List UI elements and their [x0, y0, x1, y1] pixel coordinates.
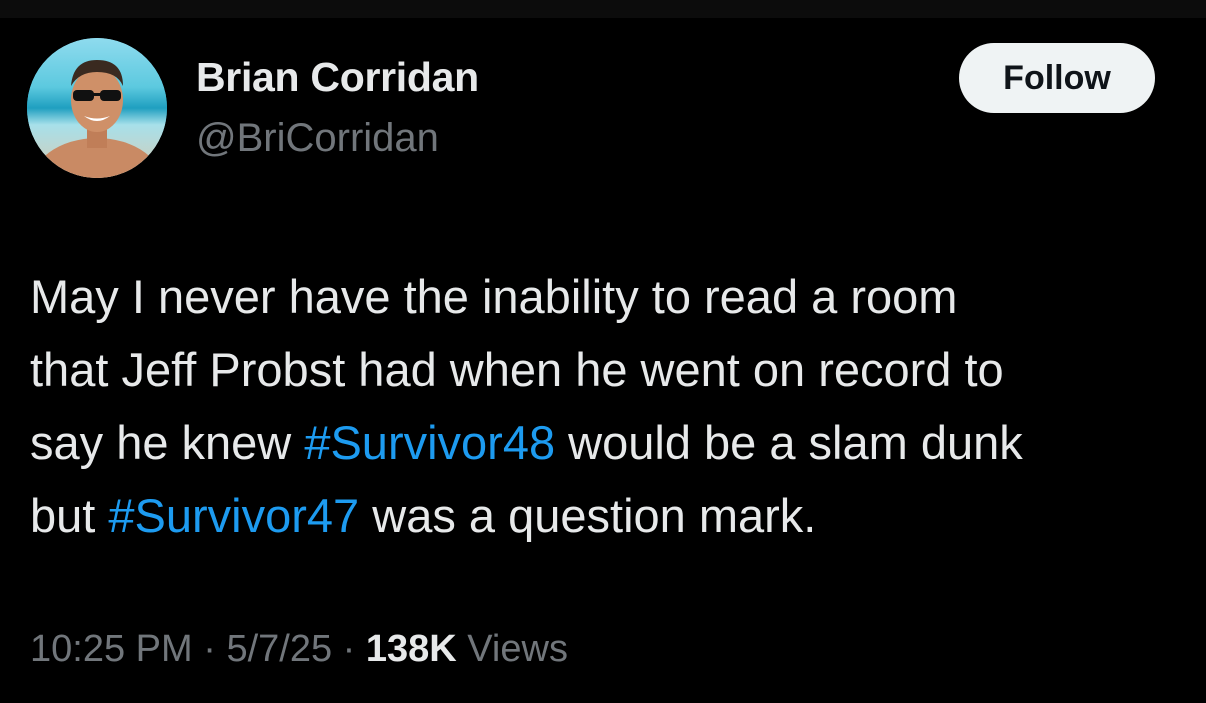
tweet-text: May I never have the inability to read a… — [30, 260, 1190, 552]
tweet-line: that Jeff Probst had when he went on rec… — [30, 333, 1190, 406]
top-bar — [0, 0, 1206, 18]
tweet-text-segment: May I never have the inability to read a… — [30, 270, 958, 323]
tweet-text-segment: but — [30, 489, 109, 542]
follow-button[interactable]: Follow — [959, 43, 1155, 113]
author-handle[interactable]: @BriCorridan — [196, 116, 439, 161]
tweet-text-segment: say he knew — [30, 416, 305, 469]
tweet-line: but #Survivor47 was a question mark. — [30, 479, 1190, 552]
tweet-text-segment: would be a slam dunk — [555, 416, 1023, 469]
hashtag-link[interactable]: #Survivor48 — [304, 416, 555, 469]
tweet-date[interactable]: 5/7/25 — [226, 628, 332, 670]
profile-photo — [27, 38, 167, 178]
tweet-time[interactable]: 10:25 PM — [30, 628, 193, 670]
views-label: Views — [456, 628, 568, 670]
tweet-line: May I never have the inability to read a… — [30, 260, 1190, 333]
meta-separator: · — [192, 628, 227, 670]
avatar[interactable] — [27, 38, 167, 178]
tweet-text-segment: was a question mark. — [359, 489, 817, 542]
views-count[interactable]: 138K — [366, 628, 457, 670]
author-name[interactable]: Brian Corridan — [196, 54, 479, 101]
tweet-meta: 10:25 PM · 5/7/25 · 138K Views — [30, 628, 568, 671]
meta-separator: · — [332, 628, 366, 670]
tweet-text-segment: that Jeff Probst had when he went on rec… — [30, 343, 1004, 396]
tweet-line: say he knew #Survivor48 would be a slam … — [30, 406, 1190, 479]
hashtag-link[interactable]: #Survivor47 — [108, 489, 359, 542]
